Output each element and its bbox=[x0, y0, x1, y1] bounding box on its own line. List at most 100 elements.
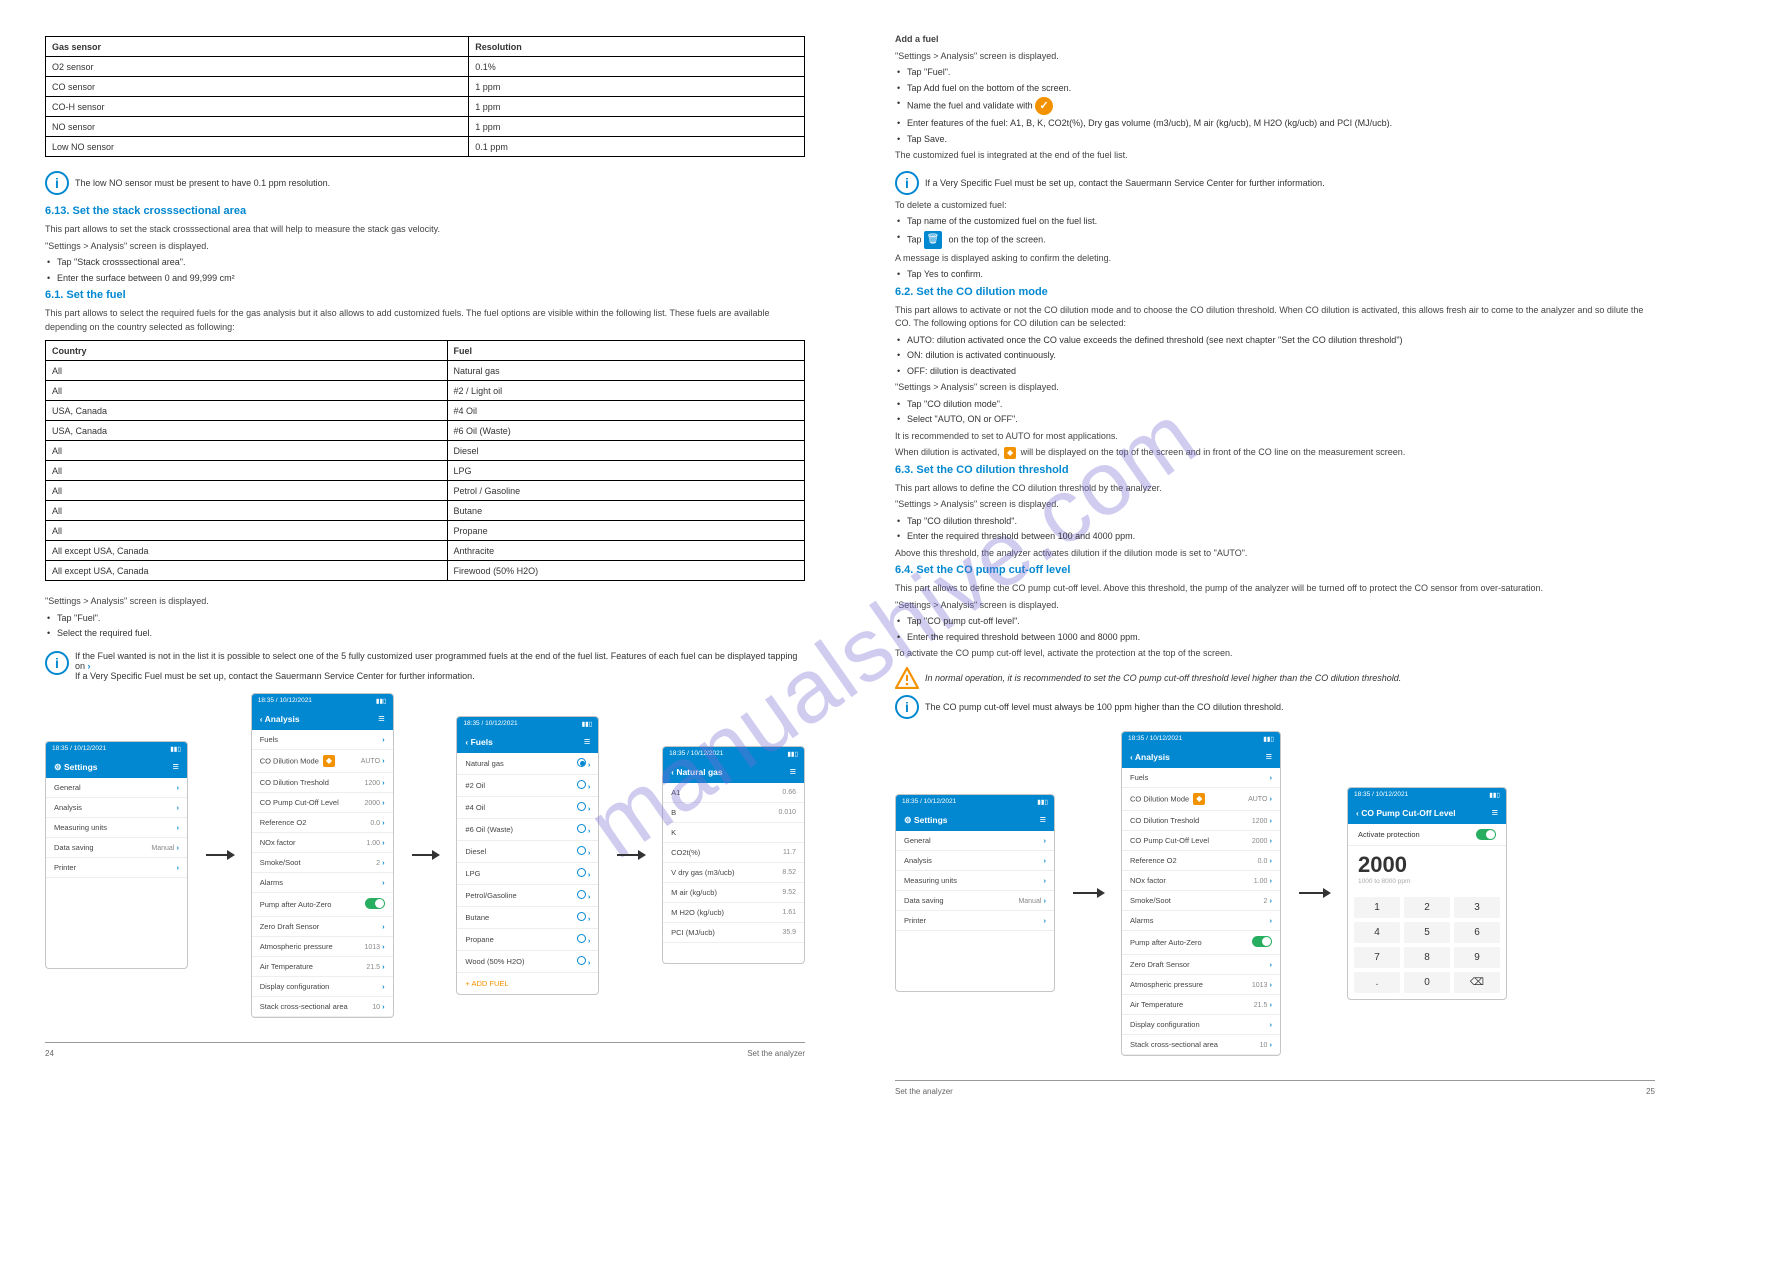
list-item[interactable]: Butane › bbox=[457, 907, 598, 929]
list-item: PCI (MJ/ucb)35.9 bbox=[663, 923, 804, 943]
list-item[interactable]: #4 Oil › bbox=[457, 797, 598, 819]
list-item[interactable]: #6 Oil (Waste) › bbox=[457, 819, 598, 841]
keypad-key[interactable]: . bbox=[1354, 972, 1400, 993]
keypad-key[interactable]: 1 bbox=[1354, 897, 1400, 918]
menu-icon[interactable]: ≡ bbox=[584, 736, 590, 748]
list-item[interactable]: CO Pump Cut-Off Level2000 › bbox=[1122, 831, 1280, 851]
list-item[interactable]: Fuels› bbox=[252, 730, 393, 750]
list-item[interactable]: Wood (50% H2O) › bbox=[457, 951, 598, 973]
list-item[interactable]: General› bbox=[46, 778, 187, 798]
list-item[interactable]: Natural gas › bbox=[457, 753, 598, 775]
menu-icon[interactable]: ≡ bbox=[1266, 751, 1272, 763]
list-item[interactable]: CO Dilution Mode ◆AUTO › bbox=[1122, 788, 1280, 811]
list-item[interactable]: Pump after Auto-Zero bbox=[1122, 931, 1280, 955]
keypad-key[interactable]: 0 bbox=[1404, 972, 1450, 993]
menu-icon[interactable]: ≡ bbox=[790, 766, 796, 778]
list-item[interactable]: Stack cross-sectional area10 › bbox=[1122, 1035, 1280, 1055]
cutoff-para: This part allows to define the CO pump c… bbox=[895, 582, 1655, 596]
list-item[interactable]: Atmospheric pressure1013 › bbox=[252, 937, 393, 957]
phone-natural-gas: 18:35 / 10/12/2021▮▮▯ ‹ Natural gas≡ A10… bbox=[662, 746, 805, 964]
list-item[interactable]: Air Temperature21.5 › bbox=[252, 957, 393, 977]
right-page: Add a fuel "Settings > Analysis" screen … bbox=[895, 30, 1655, 1096]
list-item[interactable]: Printer› bbox=[896, 911, 1054, 931]
list-item[interactable]: #2 Oil › bbox=[457, 775, 598, 797]
list-item[interactable]: Pump after Auto-Zero bbox=[252, 893, 393, 917]
fuel-select: Select the required fuel. bbox=[45, 627, 805, 641]
toggle-switch[interactable] bbox=[1476, 829, 1496, 840]
keypad-key[interactable]: 5 bbox=[1404, 922, 1450, 943]
keypad-key[interactable]: 2 bbox=[1404, 897, 1450, 918]
thresh-above: Above this threshold, the analyzer activ… bbox=[895, 547, 1655, 561]
list-item: B0.010 bbox=[663, 803, 804, 823]
keypad-key[interactable]: 4 bbox=[1354, 922, 1400, 943]
keypad-key[interactable]: 9 bbox=[1454, 947, 1500, 968]
list-item[interactable]: Alarms› bbox=[252, 873, 393, 893]
section-stack-area: 6.13. Set the stack crosssectional area bbox=[45, 205, 805, 217]
list-item[interactable]: Smoke/Soot2 › bbox=[1122, 891, 1280, 911]
list-item[interactable]: Propane › bbox=[457, 929, 598, 951]
table-row: All#2 / Light oil bbox=[46, 381, 805, 401]
list-item[interactable]: CO Dilution Mode ◆AUTO › bbox=[252, 750, 393, 773]
list-item[interactable]: Fuels› bbox=[1122, 768, 1280, 788]
list-item[interactable]: Zero Draft Sensor› bbox=[1122, 955, 1280, 975]
menu-icon[interactable]: ≡ bbox=[1492, 807, 1498, 819]
list-item[interactable]: General› bbox=[896, 831, 1054, 851]
list-item[interactable]: Measuring units› bbox=[46, 818, 187, 838]
list-item[interactable]: LPG › bbox=[457, 863, 598, 885]
list-item[interactable]: Data savingManual › bbox=[896, 891, 1054, 911]
table-row: USA, Canada#4 Oil bbox=[46, 401, 805, 421]
warning-icon bbox=[895, 667, 919, 689]
list-item[interactable]: Analysis› bbox=[46, 798, 187, 818]
list-item[interactable]: NOx factor1.00 › bbox=[252, 833, 393, 853]
cutoff-value: 2000 bbox=[1348, 846, 1506, 878]
thresh-screen: "Settings > Analysis" screen is displaye… bbox=[895, 498, 1655, 512]
list-item[interactable]: Stack cross-sectional area10 › bbox=[252, 997, 393, 1017]
list-item[interactable]: Display configuration› bbox=[1122, 1015, 1280, 1035]
menu-icon[interactable]: ≡ bbox=[173, 761, 179, 773]
list-item[interactable]: Zero Draft Sensor› bbox=[252, 917, 393, 937]
keypad-key[interactable]: 3 bbox=[1454, 897, 1500, 918]
list-item[interactable]: CO Dilution Treshold1200 › bbox=[1122, 811, 1280, 831]
keypad-key[interactable]: 7 bbox=[1354, 947, 1400, 968]
list-item[interactable]: Alarms› bbox=[1122, 911, 1280, 931]
list-item[interactable]: Reference O20.0 › bbox=[1122, 851, 1280, 871]
list-item: K bbox=[663, 823, 804, 843]
list-item[interactable]: Display configuration› bbox=[252, 977, 393, 997]
list-item[interactable]: CO Dilution Treshold1200 › bbox=[252, 773, 393, 793]
chevron-right-icon: › bbox=[88, 661, 91, 671]
list-item[interactable]: Air Temperature21.5 › bbox=[1122, 995, 1280, 1015]
footer: Set the analyzer 25 bbox=[895, 1080, 1655, 1096]
gear-icon: ⚙ bbox=[904, 815, 912, 825]
arrow-icon bbox=[1299, 892, 1329, 894]
list-item[interactable]: NOx factor1.00 › bbox=[1122, 871, 1280, 891]
menu-icon[interactable]: ≡ bbox=[1040, 814, 1046, 826]
fuel-screen: "Settings > Analysis" screen is displaye… bbox=[45, 595, 805, 609]
list-item[interactable]: Atmospheric pressure1013 › bbox=[1122, 975, 1280, 995]
phone-fuels: 18:35 / 10/12/2021▮▮▯ ‹ Fuels≡ Natural g… bbox=[456, 716, 599, 995]
battery-icon: ▮▮▯ bbox=[170, 745, 181, 753]
menu-icon[interactable]: ≡ bbox=[378, 713, 384, 725]
list-item[interactable]: Petrol/Gasoline › bbox=[457, 885, 598, 907]
list-item[interactable]: CO Pump Cut-Off Level2000 › bbox=[252, 793, 393, 813]
co-auto: AUTO: dilution activated once the CO val… bbox=[895, 334, 1655, 348]
page-number: 25 bbox=[1646, 1087, 1655, 1096]
table-row: CO sensor1 ppm bbox=[46, 77, 805, 97]
arrow-icon bbox=[412, 854, 439, 856]
list-item[interactable]: Analysis› bbox=[896, 851, 1054, 871]
list-item[interactable]: Printer› bbox=[46, 858, 187, 878]
add-tap: Tap "Fuel". bbox=[895, 66, 1655, 80]
keypad-key[interactable]: 8 bbox=[1404, 947, 1450, 968]
list-item[interactable]: Smoke/Soot2 › bbox=[252, 853, 393, 873]
list-item[interactable]: Diesel › bbox=[457, 841, 598, 863]
fuel-para: This part allows to select the required … bbox=[45, 307, 805, 334]
keypad-key[interactable]: 6 bbox=[1454, 922, 1500, 943]
add-fuel-button[interactable]: + ADD FUEL bbox=[457, 973, 598, 994]
keypad-backspace[interactable]: ⌫ bbox=[1454, 972, 1500, 993]
table-row: AllNatural gas bbox=[46, 361, 805, 381]
list-item[interactable]: Reference O20.0 › bbox=[252, 813, 393, 833]
list-item[interactable]: Data savingManual › bbox=[46, 838, 187, 858]
stack-enter: Enter the surface between 0 and 99,999 c… bbox=[45, 272, 805, 286]
co-screen: "Settings > Analysis" screen is displaye… bbox=[895, 381, 1655, 395]
list-item[interactable]: Measuring units› bbox=[896, 871, 1054, 891]
info-icon: i bbox=[45, 651, 69, 675]
